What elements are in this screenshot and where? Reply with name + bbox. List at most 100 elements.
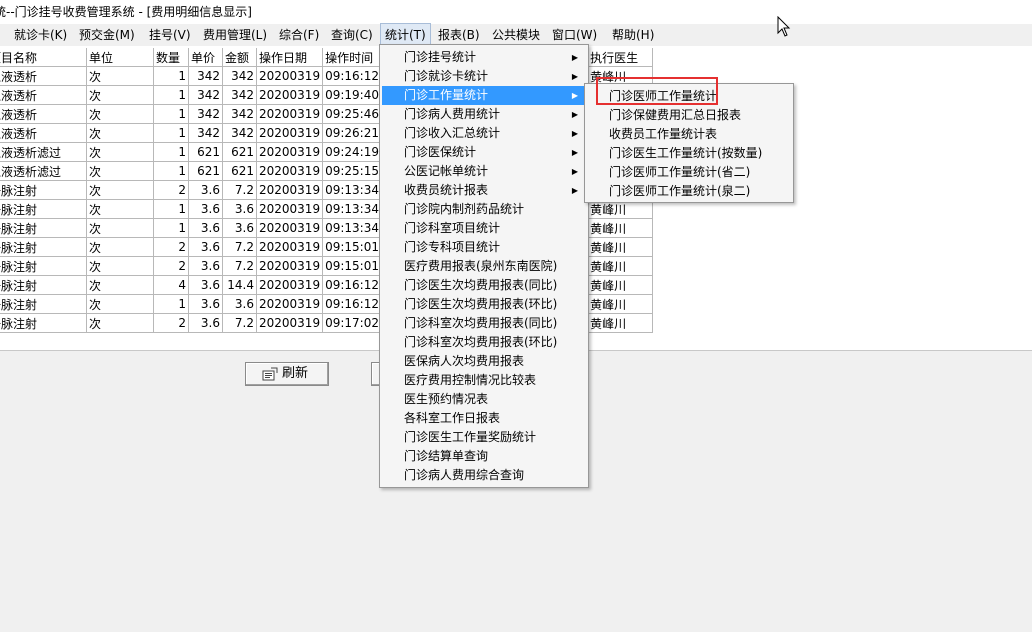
stats-menu-item[interactable]: 门诊医生次均费用报表(环比)	[382, 295, 586, 314]
table-cell: 次	[86, 313, 154, 333]
table-cell: 静脉注射	[0, 237, 87, 257]
workload-submenu-item[interactable]: 收费员工作量统计表	[587, 125, 791, 144]
menu-card[interactable]: 就诊卡(K)	[10, 24, 71, 46]
table-cell: 20200319	[255, 161, 324, 181]
table-cell: 1	[153, 218, 189, 238]
stats-menu-item[interactable]: 门诊病人费用统计 ▶	[382, 105, 586, 124]
stats-menu-item-label: 医疗费用报表(泉州东南医院)	[404, 259, 558, 273]
table-cell: 2	[153, 180, 189, 200]
stats-menu-item[interactable]: 门诊医生工作量奖励统计	[382, 428, 586, 447]
workload-submenu-item[interactable]: 门诊保健费用汇总日报表	[587, 106, 791, 125]
stats-menu-item[interactable]: 收费员统计报表 ▶	[382, 181, 586, 200]
stats-menu-item-label: 门诊科室次均费用报表(同比)	[404, 316, 558, 330]
stats-menu-item[interactable]: 各科室工作日报表	[382, 409, 586, 428]
workload-submenu-item-label: 门诊医生工作量统计(按数量)	[609, 146, 763, 160]
stats-menu-item[interactable]: 门诊科室次均费用报表(环比)	[382, 333, 586, 352]
stats-menu-item[interactable]: 门诊挂号统计 ▶	[382, 48, 586, 67]
stats-menu-item[interactable]: 门诊工作量统计 ▶	[382, 86, 586, 105]
table-cell: 静脉注射	[0, 256, 87, 276]
window-title: 统--门诊挂号收费管理系统 - [费用明细信息显示]	[0, 5, 252, 19]
table-cell: 342	[222, 66, 257, 86]
refresh-label: 刷新	[282, 366, 309, 381]
table-cell: 次	[86, 85, 154, 105]
table-cell: 1	[153, 104, 189, 124]
menu-common-modules[interactable]: 公共模块	[488, 24, 544, 46]
menu-deposit[interactable]: 预交金(M)	[75, 24, 139, 46]
submenu-arrow-icon: ▶	[571, 110, 578, 119]
stats-menu-item[interactable]: 门诊科室项目统计	[382, 219, 586, 238]
submenu-arrow-icon: ▶	[571, 167, 578, 176]
table-cell: 7.2	[222, 313, 257, 333]
stats-menu-item[interactable]: 门诊病人费用综合查询	[382, 466, 586, 485]
table-cell: 血液透析滤过	[0, 161, 87, 181]
stats-menu-item[interactable]: 门诊科室次均费用报表(同比)	[382, 314, 586, 333]
stats-menu-item[interactable]: 医生预约情况表	[382, 390, 586, 409]
menu-fee-management[interactable]: 费用管理(L)	[199, 24, 271, 46]
table-cell: 静脉注射	[0, 294, 87, 314]
table-cell: 621	[188, 142, 223, 162]
table-cell: 次	[86, 180, 154, 200]
submenu-arrow-icon: ▶	[571, 186, 578, 195]
col-unit[interactable]: 单位	[86, 48, 154, 67]
menu-help[interactable]: 帮助(H)	[608, 24, 658, 46]
stats-menu-item-label: 门诊专科项目统计	[404, 240, 501, 254]
stats-menu-item-label: 门诊科室项目统计	[404, 221, 501, 235]
workload-submenu-item[interactable]: 门诊医生工作量统计(按数量)	[587, 144, 791, 163]
stats-menu-item[interactable]: 门诊院内制剂药品统计	[382, 200, 586, 219]
col-quantity[interactable]: 数量	[153, 48, 189, 67]
menu-general[interactable]: 综合(F)	[275, 24, 323, 46]
table-cell: 3.6	[188, 237, 223, 257]
stats-menu-item[interactable]: 门诊就诊卡统计 ▶	[382, 67, 586, 86]
table-cell: 次	[86, 142, 154, 162]
stats-menu-item-label: 各科室工作日报表	[404, 411, 501, 425]
col-amount[interactable]: 金额	[222, 48, 257, 67]
table-cell: 静脉注射	[0, 180, 87, 200]
table-cell: 2	[153, 237, 189, 257]
table-cell: 20200319	[255, 199, 324, 219]
stats-menu-item[interactable]: 门诊收入汇总统计 ▶	[382, 124, 586, 143]
stats-menu-item-label: 门诊医生工作量奖励统计	[404, 430, 537, 444]
workload-submenu-item[interactable]: 门诊医师工作量统计(省二)	[587, 163, 791, 182]
table-cell: 342	[188, 85, 223, 105]
stats-menu-item[interactable]: 医疗费用报表(泉州东南医院)	[382, 257, 586, 276]
stats-menu-item[interactable]: 公医记帐单统计 ▶	[382, 162, 586, 181]
stats-menu-item[interactable]: 门诊医生次均费用报表(同比)	[382, 276, 586, 295]
table-cell: 黄峰川	[587, 237, 654, 257]
table-cell: 342	[222, 104, 257, 124]
workload-submenu-item[interactable]: 门诊医师工作量统计(泉二)	[587, 182, 791, 201]
table-cell: 血液透析滤过	[0, 142, 87, 162]
table-cell: 次	[86, 256, 154, 276]
table-cell: 20200319	[255, 218, 324, 238]
table-cell: 4	[153, 275, 189, 295]
stats-menu-item-label: 收费员统计报表	[404, 183, 489, 197]
stats-menu-item[interactable]: 门诊结算单查询	[382, 447, 586, 466]
menu-window[interactable]: 窗口(W)	[548, 24, 601, 46]
menu-register[interactable]: 挂号(V)	[145, 24, 195, 46]
stats-menu-item-label: 门诊收入汇总统计	[404, 126, 501, 140]
workload-submenu-item-label: 门诊医师工作量统计(省二)	[609, 165, 751, 179]
stats-menu-item-label: 医生预约情况表	[404, 392, 489, 406]
refresh-button[interactable]: 刷新	[245, 362, 329, 386]
col-op-date[interactable]: 操作日期	[255, 48, 324, 67]
col-unit-price[interactable]: 单价	[188, 48, 223, 67]
stats-menu-item[interactable]: 门诊医保统计 ▶	[382, 143, 586, 162]
menu-reports[interactable]: 报表(B)	[434, 24, 484, 46]
col-doctor[interactable]: 执行医生	[587, 48, 654, 67]
table-cell: 3.6	[188, 180, 223, 200]
table-cell: 次	[86, 218, 154, 238]
table-cell: 3.6	[222, 199, 257, 219]
stats-menu-item[interactable]: 医保病人次均费用报表	[382, 352, 586, 371]
table-cell: 3.6	[188, 294, 223, 314]
table-cell: 20200319	[255, 66, 324, 86]
menu-query[interactable]: 查询(C)	[327, 24, 377, 46]
table-cell: 621	[188, 161, 223, 181]
table-cell: 342	[188, 123, 223, 143]
table-cell: 7.2	[222, 180, 257, 200]
table-cell: 1	[153, 161, 189, 181]
stats-menu-item[interactable]: 门诊专科项目统计	[382, 238, 586, 257]
table-cell: 621	[222, 142, 257, 162]
col-item-name[interactable]: 项目名称	[0, 48, 87, 67]
workload-submenu-item-label: 门诊保健费用汇总日报表	[609, 108, 742, 122]
highlight-annotation-box	[596, 77, 718, 105]
stats-menu-item[interactable]: 医疗费用控制情况比较表	[382, 371, 586, 390]
